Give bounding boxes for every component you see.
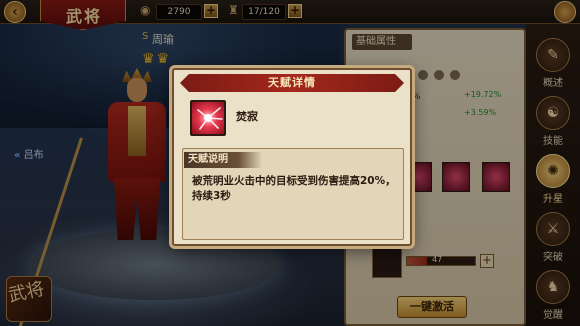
talent-name: 焚寂 (236, 110, 258, 123)
talent-description: 被荒明业火击中的目标受到伤害提高20%，持续3秒 (192, 175, 396, 202)
dialog-title: 天赋详情 (268, 76, 316, 89)
description-heading: 天赋说明 (188, 154, 228, 165)
talent-detail-dialog: 天赋详情 焚寂 天赋说明 被荒明业火击中的目标受到伤害提高20%，持续3秒 (172, 68, 412, 246)
fire-burst-icon (190, 100, 226, 136)
